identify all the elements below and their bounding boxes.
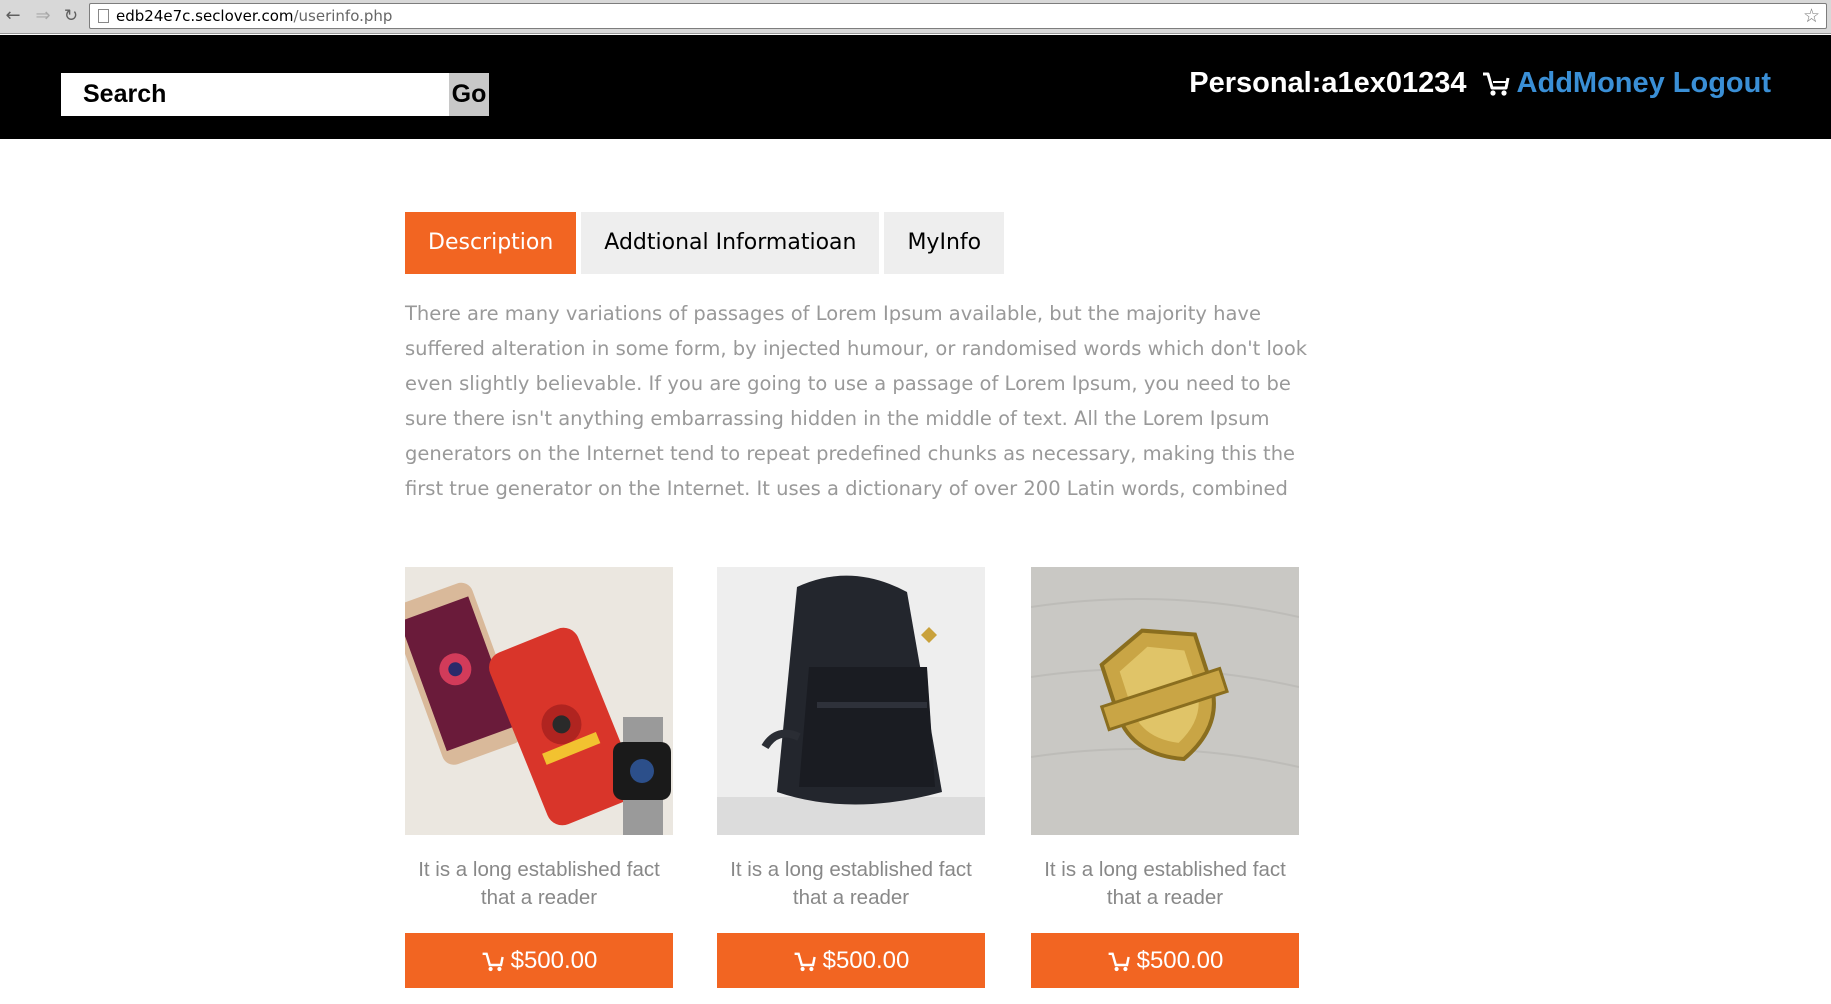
logout-link[interactable]: Logout [1673,67,1771,100]
price-label: $500.00 [510,947,598,974]
price-label: $500.00 [822,947,910,974]
forward-icon[interactable]: ⇒ [32,5,54,27]
description-text: There are many variations of passages of… [405,302,1308,500]
product-card: It is a long established fact that a rea… [717,567,985,988]
bookmark-star-icon[interactable]: ☆ [1803,5,1820,27]
address-bar[interactable]: edb24e7c.seclover.com/userinfo.php ☆ [89,3,1827,29]
phones-and-watch-image[interactable] [405,567,673,835]
page-icon [98,9,109,23]
cart-icon [1108,952,1130,971]
backpack-image[interactable] [717,567,985,835]
tab-description[interactable]: Description [405,212,577,274]
url-path: /userinfo.php [293,7,393,25]
buy-button[interactable]: $500.00 [717,933,985,988]
price-label: $500.00 [1136,947,1224,974]
tab-bar: Description Addtional Informatioan MyInf… [405,212,1009,274]
search-input[interactable]: Search [61,73,449,116]
back-icon[interactable]: ← [2,5,24,27]
product-card: It is a long established fact that a rea… [1031,567,1299,988]
user-menu: Personal:a1ex01234 AddMoney Logout [1189,63,1771,103]
url-text[interactable]: edb24e7c.seclover.com/userinfo.php [116,7,392,25]
product-description: It is a long established fact that a rea… [730,858,972,909]
buy-button[interactable]: $500.00 [1031,933,1299,988]
product-description: It is a long established fact that a rea… [418,858,660,909]
browser-toolbar: ← ⇒ ↻ edb24e7c.seclover.com/userinfo.php… [0,0,1831,34]
tab-myinfo[interactable]: MyInfo [884,212,1005,274]
go-button[interactable]: Go [449,73,489,116]
cart-icon [482,952,504,971]
tab-additional-information[interactable]: Addtional Informatioan [581,212,880,274]
personal-username: Personal:a1ex01234 [1189,66,1467,99]
product-description: It is a long established fact that a rea… [1044,858,1286,909]
buy-button[interactable]: $500.00 [405,933,673,988]
cart-icon[interactable] [1481,68,1511,98]
cart-icon [794,952,816,971]
add-money-link[interactable]: AddMoney [1517,67,1665,100]
search-label: Search [83,80,167,108]
afsrg-badge-pin-image[interactable] [1031,567,1299,835]
reload-icon[interactable]: ↻ [60,5,82,27]
site-header: Search Go Personal:a1ex01234 AddMoney Lo… [0,35,1831,139]
url-host: edb24e7c.seclover.com [116,7,294,25]
product-card: It is a long established fact that a rea… [405,567,673,988]
